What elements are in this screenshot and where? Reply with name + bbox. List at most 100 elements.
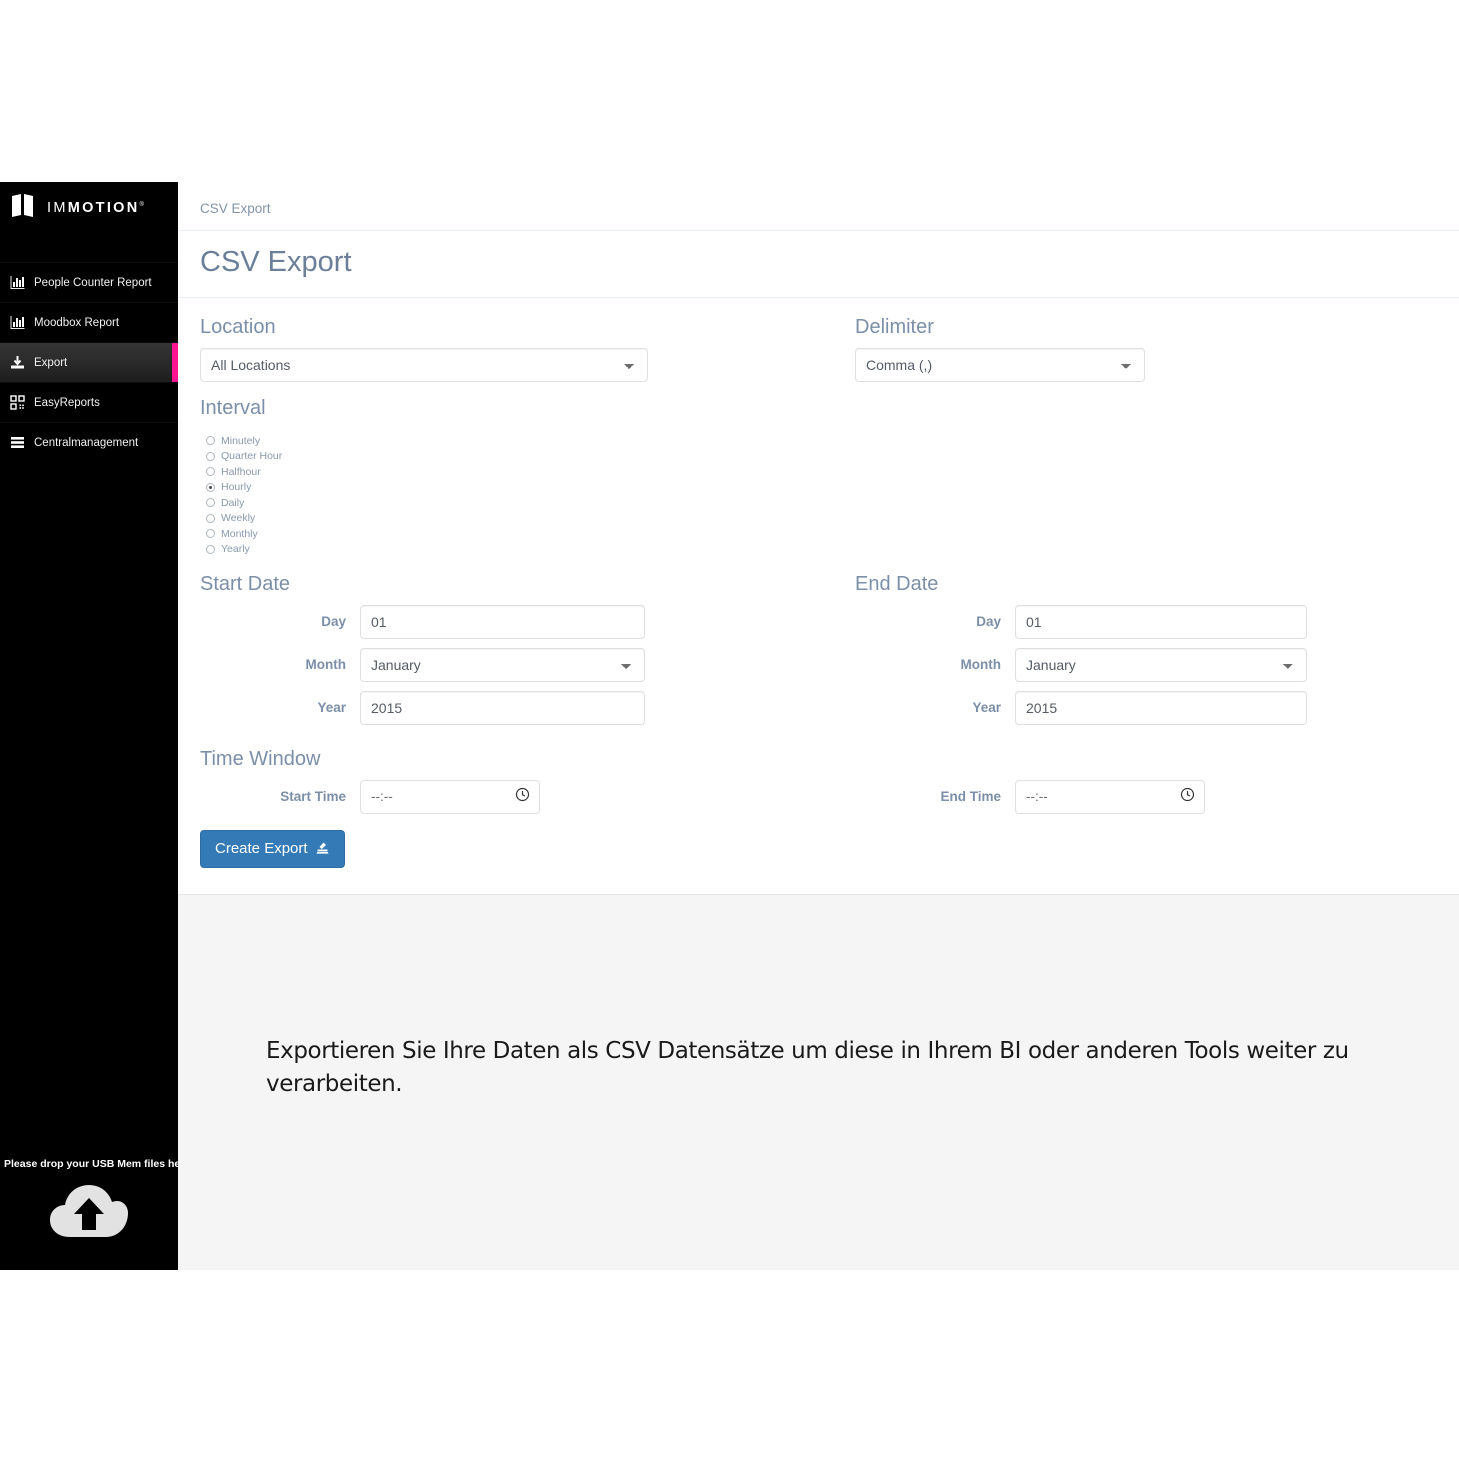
interval-radio-list: Minutely Quarter Hour Halfhour Hourly Da… xyxy=(206,433,1437,557)
interval-radio-minutely[interactable]: Minutely xyxy=(206,433,1437,449)
brand-name-bold: MOTION xyxy=(67,200,140,216)
start-day-row: Day xyxy=(200,604,855,639)
start-time-field xyxy=(360,779,540,814)
interval-radio-weekly[interactable]: Weekly xyxy=(206,510,1437,526)
interval-label: Interval xyxy=(200,396,266,419)
interval-radio-label: Yearly xyxy=(221,543,250,556)
download-icon xyxy=(10,355,25,370)
end-year-label: Year xyxy=(972,700,1001,716)
radio-icon xyxy=(206,529,215,539)
end-time-row: End Time xyxy=(855,779,1335,814)
usb-dropzone-label: Please drop your USB Mem files here xyxy=(4,1158,191,1171)
radio-icon xyxy=(206,436,215,446)
end-year-input[interactable] xyxy=(1015,690,1307,725)
interval-radio-halfhour[interactable]: Halfhour xyxy=(206,464,1437,480)
end-year-row: Year xyxy=(855,690,1335,725)
interval-radio-label: Quarter Hour xyxy=(221,450,283,463)
sidebar-item-label: Export xyxy=(34,356,68,369)
end-date-group: End Date Day Month January Year xyxy=(855,573,1335,734)
start-date-group: Start Date Day Month January Year xyxy=(200,573,855,734)
sidebar-item-people-counter-report[interactable]: People Counter Report xyxy=(0,262,178,302)
csv-export-form: Location All Locations Delimiter Comma (… xyxy=(178,297,1459,895)
radio-icon xyxy=(206,467,215,477)
interval-radio-label: Halfhour xyxy=(221,465,261,478)
start-day-input[interactable] xyxy=(360,604,645,639)
end-date-label: End Date xyxy=(855,572,939,595)
end-time-field xyxy=(1015,779,1205,814)
sidebar-item-moodbox-report[interactable]: Moodbox Report xyxy=(0,302,178,342)
breadcrumb-bar: CSV Export xyxy=(178,182,1459,231)
end-day-label: Day xyxy=(976,614,1001,630)
create-export-button[interactable]: Create Export xyxy=(200,829,345,868)
location-select[interactable]: All Locations xyxy=(200,347,648,382)
interval-radio-label: Minutely xyxy=(221,434,261,447)
interval-radio-label: Weekly xyxy=(221,512,256,525)
start-time-input[interactable] xyxy=(360,779,540,814)
start-year-input[interactable] xyxy=(360,690,645,725)
delimiter-group: Delimiter Comma (,) xyxy=(855,316,1335,382)
interval-radio-monthly[interactable]: Monthly xyxy=(206,526,1437,542)
time-window-label: Time Window xyxy=(200,747,321,770)
brand-name: IMMOTION® xyxy=(47,200,144,216)
start-date-label: Start Date xyxy=(200,572,291,595)
sidebar-item-label: People Counter Report xyxy=(34,276,152,289)
start-month-label: Month xyxy=(305,657,346,673)
bar-chart-icon xyxy=(10,315,25,330)
breadcrumb[interactable]: CSV Export xyxy=(200,201,271,216)
sidebar: IMMOTION® People Counter Report Moodbox … xyxy=(0,182,191,1270)
sidebar-item-centralmanagement[interactable]: Centralmanagement xyxy=(0,422,178,462)
start-time-row: Start Time xyxy=(200,779,855,814)
date-range-row: Start Date Day Month January Year xyxy=(200,573,1437,734)
page-title: CSV Export xyxy=(200,246,352,278)
radio-icon xyxy=(206,544,215,554)
page-header: CSV Export xyxy=(178,231,1459,298)
end-day-input[interactable] xyxy=(1015,604,1307,639)
start-year-label: Year xyxy=(317,700,346,716)
sidebar-nav: People Counter Report Moodbox Report Exp… xyxy=(0,262,178,462)
brand-logo[interactable]: IMMOTION® xyxy=(0,182,178,234)
application-window: IMMOTION® People Counter Report Moodbox … xyxy=(0,182,1459,1270)
interval-radio-label: Hourly xyxy=(221,481,252,494)
cloud-upload-icon xyxy=(48,1181,130,1248)
usb-dropzone[interactable]: Please drop your USB Mem files here xyxy=(0,1158,191,1270)
sidebar-item-label: Centralmanagement xyxy=(34,436,139,449)
interval-radio-label: Monthly xyxy=(221,527,258,540)
location-label: Location xyxy=(200,315,276,338)
description-text: Exportieren Sie Ihre Daten als CSV Daten… xyxy=(266,1037,1349,1098)
end-month-select[interactable]: January xyxy=(1015,647,1307,682)
end-time-input[interactable] xyxy=(1015,779,1205,814)
description-area: Exportieren Sie Ihre Daten als CSV Daten… xyxy=(178,894,1459,1102)
start-time-label: Start Time xyxy=(280,789,346,805)
interval-radio-label: Daily xyxy=(221,496,245,509)
start-day-label: Day xyxy=(321,614,346,630)
start-year-row: Year xyxy=(200,690,855,725)
radio-icon xyxy=(206,451,215,461)
time-window-row: Time Window Start Time --:-- Create Expo… xyxy=(200,748,1437,868)
delimiter-select[interactable]: Comma (,) xyxy=(855,347,1145,382)
end-time-group: End Time xyxy=(855,748,1335,868)
sidebar-item-label: Moodbox Report xyxy=(34,316,120,329)
server-list-icon xyxy=(10,435,25,450)
interval-group: Interval Minutely Quarter Hour Halfhour xyxy=(200,397,1437,557)
location-group: Location All Locations xyxy=(200,316,855,382)
start-month-row: Month January xyxy=(200,647,855,682)
sidebar-item-export[interactable]: Export xyxy=(0,342,178,382)
sidebar-item-easyreports[interactable]: EasyReports xyxy=(0,382,178,422)
time-window-group: Time Window Start Time --:-- Create Expo… xyxy=(200,748,855,868)
location-delimiter-row: Location All Locations Delimiter Comma (… xyxy=(200,316,1437,382)
immotion-logo-icon xyxy=(10,193,40,224)
radio-icon xyxy=(206,498,215,508)
brand-name-light: IM xyxy=(47,200,68,216)
interval-radio-quarter-hour[interactable]: Quarter Hour xyxy=(206,448,1437,464)
interval-radio-hourly[interactable]: Hourly xyxy=(206,479,1437,495)
radio-icon xyxy=(206,513,215,523)
end-month-row: Month January xyxy=(855,647,1335,682)
interval-radio-daily[interactable]: Daily xyxy=(206,495,1437,511)
end-day-row: Day xyxy=(855,604,1335,639)
start-month-select[interactable]: January xyxy=(360,647,645,682)
brand-trademark-mark: ® xyxy=(139,202,144,209)
interval-radio-yearly[interactable]: Yearly xyxy=(206,541,1437,557)
main-content: CSV Export CSV Export Location All Locat… xyxy=(178,182,1459,1270)
grid-icon xyxy=(10,395,25,410)
radio-icon-selected xyxy=(206,482,215,492)
